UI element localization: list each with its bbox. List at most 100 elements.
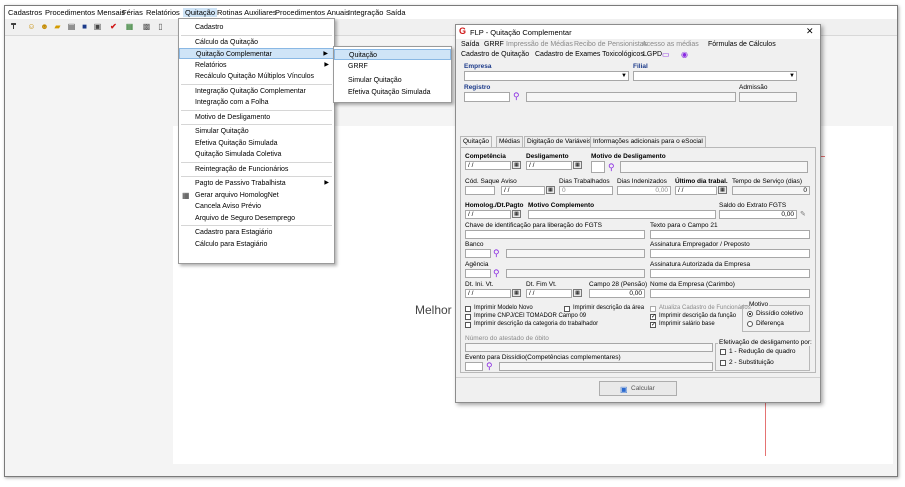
filial-select[interactable]: ▼ [633,71,797,81]
menu-procedimentos-mensais[interactable]: Procedimentos Mensais [45,8,125,17]
agencia-input[interactable] [465,269,491,278]
tab[interactable]: Informações adicionais para o eSocial [590,136,706,147]
calendar-icon[interactable]: ▦ [573,161,582,169]
calculator-icon[interactable]: ▩ [142,22,151,31]
aviso-input[interactable]: / / [501,186,545,195]
campo28-input[interactable]: 0,00 [589,289,645,298]
cod-saque-input[interactable] [465,186,495,195]
empresa-select[interactable]: ▼ [464,71,629,81]
checkbox[interactable] [465,322,471,328]
checkbox[interactable] [720,360,726,366]
folder-icon[interactable]: ▰ [53,22,62,31]
save-icon[interactable]: ■ [80,22,89,31]
texto-campo21-input[interactable] [650,230,810,239]
dialog-menu-item[interactable]: Fórmulas de Cálculos [708,41,776,48]
menu-item[interactable]: Recálculo Quitação Múltiplos Vínculos [179,71,334,82]
assinatura-autorizada-input[interactable] [650,269,810,278]
menu-item[interactable]: Cálculo para Estagiário [179,239,334,250]
menu-saida[interactable]: Saída [386,8,406,17]
motivo-complemento-input[interactable] [528,210,716,219]
dialog-menu-item[interactable]: Acesso as médias [642,41,699,48]
search-icon[interactable]: ⚲ [493,269,500,278]
saldo-fgts-input[interactable]: 0,00 [719,210,797,219]
menu-item[interactable]: Motivo de Desligamento [179,112,334,123]
chave-fgts-input[interactable] [465,230,645,239]
group-icon[interactable]: ☻ [40,22,49,31]
menu-relatorios[interactable]: Relatórios [146,8,180,17]
close-icon[interactable]: ✕ [806,27,814,36]
pin-icon[interactable]: ₸ [9,22,18,31]
submenu-item[interactable]: GRRF [334,61,451,72]
dt-ini-vt-input[interactable]: / / [465,289,511,298]
radio-button[interactable] [747,311,753,317]
menu-integracao[interactable]: Integração [348,8,383,17]
calendar-icon[interactable]: ▦ [718,186,727,194]
dialog-menu-item[interactable]: Recibo de Pensionistas [574,41,647,48]
menu-item[interactable]: Simular Quitação [179,126,334,137]
calendar-icon[interactable]: ▦ [512,289,521,297]
dialog-menu-item[interactable]: LGPD [643,51,662,58]
homolog-input[interactable]: / / [465,210,511,219]
menu-item[interactable]: Cancela Aviso Prévio [179,201,334,212]
menu-item[interactable]: Cálculo da Quitação [179,37,334,48]
menu-item[interactable]: Pagto de Passivo Trabalhista ▶ [179,178,334,189]
search-icon[interactable]: ⚲ [513,92,520,101]
checkbox[interactable] [465,306,471,312]
dt-fim-vt-input[interactable]: / / [526,289,572,298]
calendar-icon[interactable]: ▦ [512,161,521,169]
dialog-menu-item[interactable]: Impressão de Médias [506,41,573,48]
dialog-menu-item[interactable]: Cadastro de Quitação [461,51,529,58]
menu-item[interactable]: Reintegração de Funcionários [179,164,334,175]
motivo-desligamento-input[interactable] [591,161,605,173]
registro-input[interactable] [464,92,510,102]
monitor-icon[interactable]: ▭ [662,50,670,59]
tab[interactable]: Digitação de Variáveis [524,136,595,147]
menu-item[interactable]: Efetiva Quitação Simulada [179,138,334,149]
tab[interactable]: Médias [496,136,523,147]
competencia-input[interactable]: / / [465,161,511,170]
menu-rotinas-auxiliares[interactable]: Rotinas Auxiliares [217,8,277,17]
nome-empresa-input[interactable] [650,289,810,298]
dialog-menu-item[interactable]: Cadastro de Exames Toxicológicos [535,51,644,58]
menu-item[interactable]: Quitação Simulada Coletiva [179,149,334,160]
assinatura-empregador-input[interactable] [650,249,810,258]
dialog-menu-item[interactable]: Saída [461,41,479,48]
menu-item[interactable]: Relatórios ▶ [179,60,334,71]
edit-icon[interactable]: ✎ [800,210,806,219]
checkbox[interactable]: ✓ [650,314,656,320]
checkbox[interactable] [720,349,726,355]
check-icon[interactable]: ✔ [109,22,118,31]
calendar-icon[interactable]: ▦ [512,210,521,218]
checkbox[interactable] [465,314,471,320]
desligamento-input[interactable]: / / [526,161,572,170]
checkbox[interactable]: ✓ [650,322,656,328]
calcular-button[interactable]: ▣ Calcular [599,381,677,396]
user-circle-icon[interactable]: ◉ [681,50,688,59]
print-icon[interactable]: ▣ [93,22,102,31]
chart-icon[interactable]: ▦ [125,22,134,31]
calendar-icon[interactable]: ▦ [573,289,582,297]
submenu-item[interactable]: Quitação [334,49,451,60]
menu-item[interactable]: Quitação Complementar ▶ [179,48,334,59]
checkbox[interactable] [650,306,656,312]
search-icon[interactable]: ⚲ [608,163,615,172]
calendar-icon[interactable]: ▦ [546,186,555,194]
menu-item[interactable]: Integração com a Folha [179,97,334,108]
ultimo-dia-input[interactable]: / / [675,186,717,195]
menu-procedimentos-anuais[interactable]: Procedimentos Anuais [275,8,350,17]
menu-item[interactable]: Arquivo de Seguro Desemprego [179,213,334,224]
menu-ferias[interactable]: Férias [122,8,143,17]
menu-item[interactable]: Cadastro [179,22,334,33]
banco-input[interactable] [465,249,491,258]
numero-atestado-input[interactable] [465,343,713,352]
evento-input[interactable] [465,362,483,371]
document-icon[interactable]: ▤ [67,22,76,31]
users-icon[interactable]: ☺ [27,22,36,31]
submenu-item[interactable]: Efetiva Quitação Simulada [334,87,451,98]
menu-quitacao[interactable]: Quitação [183,8,218,17]
submenu-item[interactable]: Simular Quitação [334,75,451,86]
file-icon[interactable]: ▯ [156,22,165,31]
radio-button[interactable] [747,321,753,327]
checkbox[interactable] [564,306,570,312]
search-icon[interactable]: ⚲ [493,249,500,258]
